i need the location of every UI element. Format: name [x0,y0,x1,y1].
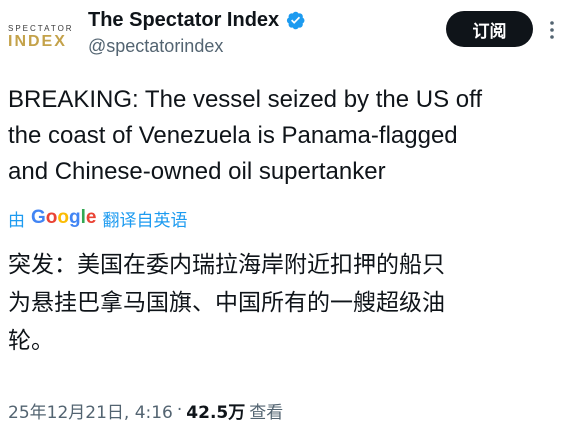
tweet-header: SPECTATOR INDEX The Spectator Index @spe… [8,0,559,66]
tweet-text-line: and Chinese-owned oil supertanker [8,158,386,185]
translated-text: 突发：美国在委内瑞拉海岸附近扣押的船只 为悬挂巴拿马国旗、中国所有的一艘超级油 … [8,246,561,360]
views-label: 查看 [249,402,284,423]
translated-text-line: 为悬挂巴拿马国旗、中国所有的一艘超级油 [8,290,445,316]
tweet-text-line: BREAKING: The vessel seized by the US of… [8,86,482,113]
translated-text-line: 突发：美国在委内瑞拉海岸附近扣押的船只 [8,252,445,278]
translate-link[interactable]: 由 Google 翻译自英语 [8,205,187,231]
display-name[interactable]: The Spectator Index [88,9,279,32]
views-count: 42.5万 [186,402,246,423]
more-vertical-icon[interactable] [546,18,558,42]
tweet-text-line: the coast of Venezuela is Panama-flagged [8,122,458,149]
tweet-meta: 25年12月21日, 4:16 · 42.5万 查看 [8,396,283,424]
verified-badge-icon [285,10,306,31]
name-row: The Spectator Index [88,8,306,32]
tweet-text: BREAKING: The vessel seized by the US of… [8,82,561,190]
meta-separator: · [176,400,183,420]
subscribe-button[interactable]: 订阅 [446,11,533,47]
translate-action-label: 翻译自英语 [102,210,188,231]
google-logo: Google [31,207,97,228]
account-handle[interactable]: @spectatorindex [88,36,223,57]
translate-by-label: 由 [8,210,25,231]
avatar-logo-top: SPECTATOR [8,24,74,33]
translated-text-line: 轮。 [8,328,54,354]
avatar-logo-bottom: INDEX [8,33,67,50]
avatar[interactable]: SPECTATOR INDEX [8,12,72,56]
timestamp-link[interactable]: 25年12月21日, 4:16 [8,398,173,423]
